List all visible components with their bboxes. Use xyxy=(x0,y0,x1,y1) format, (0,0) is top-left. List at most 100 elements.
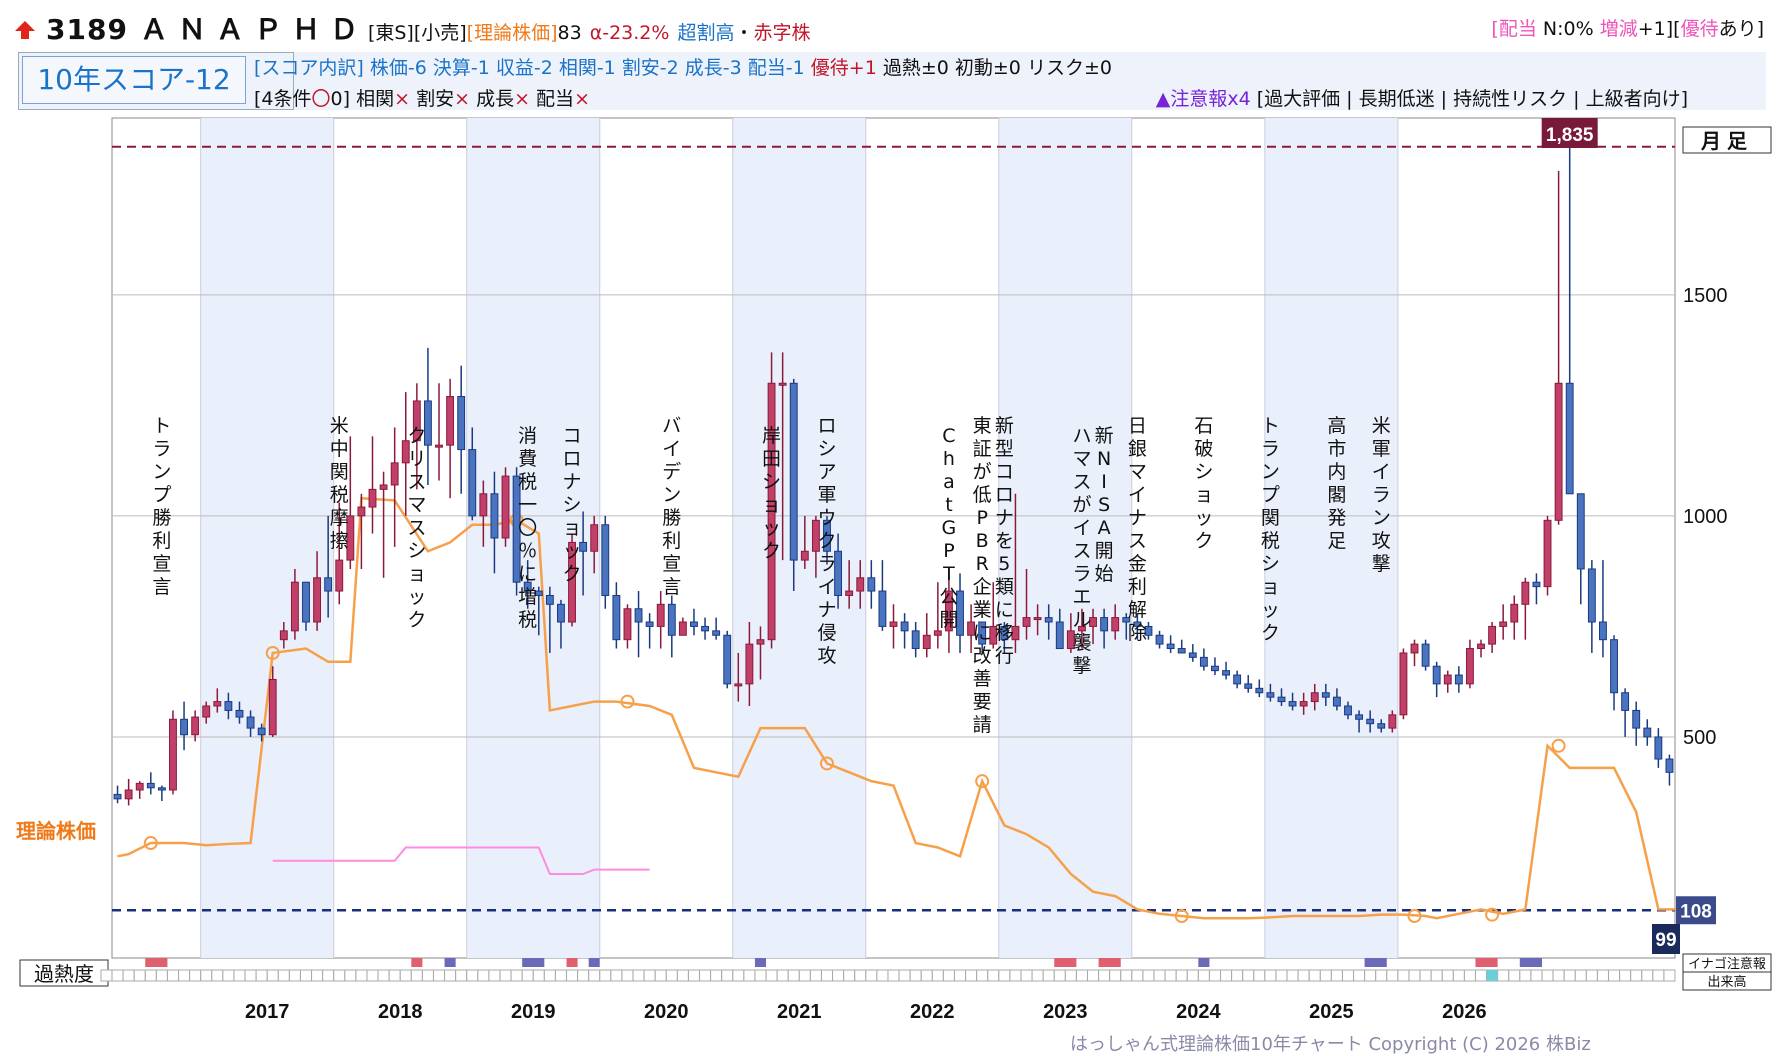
event-char: ッ xyxy=(407,586,426,608)
candle-body xyxy=(1355,714,1364,720)
candle-body xyxy=(1044,617,1053,623)
event-char: 閣 xyxy=(1327,484,1346,506)
candle-body xyxy=(1599,621,1607,641)
heat-cell xyxy=(954,969,967,982)
event-annotation: 東証が低PBR企業に改善要請 xyxy=(973,415,992,736)
event-char: 破 xyxy=(1194,438,1213,460)
heat-cell xyxy=(433,969,446,982)
event-char: S xyxy=(1098,494,1110,516)
event-char: ア xyxy=(817,461,836,483)
heat-cell xyxy=(643,969,656,982)
candle-body xyxy=(1488,625,1497,645)
heat-cell xyxy=(754,969,767,982)
heat-cell xyxy=(1563,969,1576,982)
heat-cell xyxy=(1231,969,1244,982)
heat-cell xyxy=(1619,969,1632,982)
candle-body xyxy=(335,559,344,592)
event-char: マ xyxy=(1072,448,1091,470)
event-char: P xyxy=(943,540,954,562)
heat-cell xyxy=(1253,969,1266,982)
event-annotation: ロシア軍ウクライナ侵攻 xyxy=(817,415,836,667)
event-char: 東 xyxy=(973,415,992,437)
event-char: A xyxy=(1098,517,1111,539)
candle-body xyxy=(235,709,244,718)
heat-cell xyxy=(832,969,845,982)
heat-cell xyxy=(854,969,867,982)
heat-indicator-red xyxy=(1054,958,1077,967)
event-char: ク xyxy=(1261,622,1280,644)
candle-body xyxy=(690,621,698,627)
event-char: ン xyxy=(1372,507,1391,529)
candle-body xyxy=(157,787,166,791)
heat-cell xyxy=(1220,969,1233,982)
heat-cell xyxy=(1164,969,1177,982)
event-char: 企 xyxy=(973,576,992,598)
heat-cell xyxy=(1585,969,1598,982)
candle-body xyxy=(867,577,876,592)
event-char: ッ xyxy=(762,517,781,539)
heat-cell xyxy=(155,969,168,982)
event-char: G xyxy=(942,517,957,539)
heat-cell xyxy=(687,969,700,982)
event-char: 請 xyxy=(973,714,992,736)
heat-cell xyxy=(1452,969,1465,982)
theory-value-label: 99 xyxy=(1655,930,1676,951)
year-label: 2024 xyxy=(1176,1001,1221,1023)
event-char: 金 xyxy=(1128,553,1147,575)
heat-cell xyxy=(931,969,944,982)
heat-indicator-red xyxy=(1098,958,1121,967)
event-char: 利 xyxy=(1128,576,1147,598)
event-annotation: クリスマスショック xyxy=(407,425,426,631)
heat-cell xyxy=(1064,969,1077,982)
candle-body xyxy=(1255,687,1264,694)
heat-cell xyxy=(421,969,434,982)
candle-body xyxy=(745,643,754,685)
candle-body xyxy=(845,590,854,596)
event-char: T xyxy=(942,563,955,585)
heat-cell xyxy=(532,969,545,982)
year-label: 2020 xyxy=(644,1001,689,1023)
heat-cell xyxy=(499,969,512,982)
candle-body xyxy=(1166,643,1175,650)
event-char: 低 xyxy=(973,484,992,506)
heat-cell xyxy=(876,969,889,982)
event-char: 足 xyxy=(1327,530,1346,552)
candle-body xyxy=(1421,643,1430,667)
candle-body xyxy=(1576,493,1585,570)
candle-body xyxy=(778,382,787,386)
heat-cell xyxy=(820,969,833,982)
event-char: 改 xyxy=(973,645,992,667)
event-annotation: 消費税一〇％に増税 xyxy=(518,425,537,631)
event-char: ル xyxy=(1072,609,1091,631)
event-char: ク xyxy=(563,563,582,585)
candle-body xyxy=(246,716,255,729)
heat-cell xyxy=(1297,969,1310,982)
event-char: 税 xyxy=(518,471,537,493)
event-char: 証 xyxy=(973,438,992,460)
heat-cell xyxy=(444,969,457,982)
event-char: デ xyxy=(662,461,681,483)
heat-cell xyxy=(1098,969,1111,982)
event-char: ウ xyxy=(817,507,836,529)
heat-cell xyxy=(976,969,989,982)
heat-cell xyxy=(710,969,723,982)
price-chart: 2017 2018 2019 2020 2021 2022 2023 2024 2025 2026… xyxy=(16,117,1772,1023)
event-char: ナ xyxy=(995,507,1014,529)
candle-body xyxy=(113,793,122,800)
candle-body xyxy=(1288,701,1297,707)
heat-cell xyxy=(1552,969,1565,982)
event-char: シ xyxy=(762,471,781,493)
candle-body xyxy=(268,678,277,736)
year-label: 2026 xyxy=(1442,1001,1487,1023)
candle-body xyxy=(435,444,443,448)
event-char: ナ xyxy=(1128,507,1147,529)
event-char: 利 xyxy=(662,530,681,552)
candle-body xyxy=(590,524,599,552)
heat-cell xyxy=(1419,969,1432,982)
candle-body xyxy=(1332,696,1341,707)
event-char: ス xyxy=(1128,530,1147,552)
heat-cell xyxy=(865,969,878,982)
heat-cell xyxy=(189,969,202,982)
heat-cell xyxy=(809,969,822,982)
event-char: 軍 xyxy=(817,484,836,506)
